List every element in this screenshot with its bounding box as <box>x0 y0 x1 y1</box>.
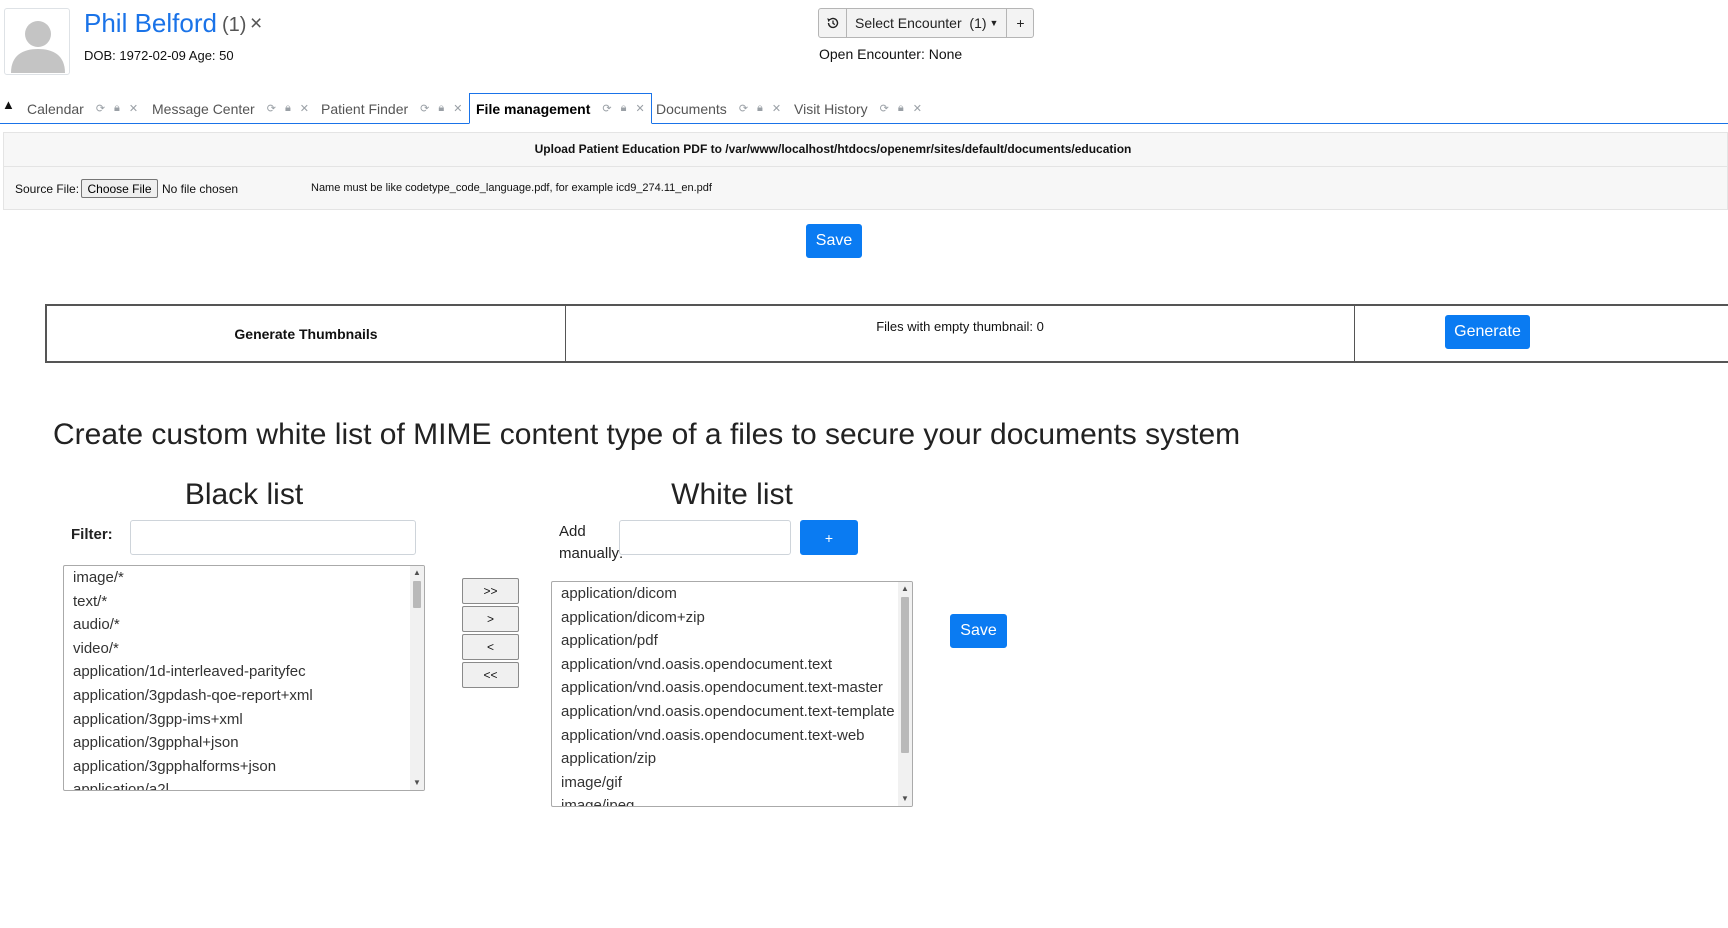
empty-thumbnail-count: Files with empty thumbnail: 0 <box>876 319 1044 334</box>
tab-visit-history[interactable]: Visit History ⟳ 🔒︎ ✕ <box>788 93 928 124</box>
lock-icon[interactable]: 🔒︎ <box>621 102 627 115</box>
list-item[interactable]: application/a2l <box>64 778 410 790</box>
list-item[interactable]: image/jpeg <box>552 794 898 806</box>
refresh-icon[interactable]: ⟳ <box>267 102 276 115</box>
close-tab-icon[interactable]: ✕ <box>913 102 922 115</box>
refresh-icon[interactable]: ⟳ <box>602 102 611 115</box>
thumbnails-title: Generate Thumbnails <box>234 326 378 342</box>
tab-label[interactable]: Visit History <box>794 101 868 117</box>
tab-calendar[interactable]: Calendar ⟳ 🔒︎ ✕ <box>21 93 144 124</box>
tab-label[interactable]: File management <box>476 101 590 117</box>
close-tab-icon[interactable]: ✕ <box>453 102 462 115</box>
scroll-up-icon[interactable]: ▲ <box>410 566 424 580</box>
white-list-title: White list <box>671 478 793 511</box>
scroll-thumb[interactable] <box>413 581 421 608</box>
move-left-button[interactable]: < <box>462 634 519 660</box>
divider <box>4 166 1728 167</box>
upload-save-button[interactable]: Save <box>806 224 862 258</box>
white-list-select[interactable]: application/dicom application/dicom+zip … <box>551 581 913 807</box>
lock-icon[interactable]: 🔒︎ <box>757 102 763 115</box>
tab-label[interactable]: Calendar <box>27 101 84 117</box>
list-item[interactable]: image/* <box>64 566 410 590</box>
lock-icon[interactable]: 🔒︎ <box>898 102 904 115</box>
list-item[interactable]: video/* <box>64 637 410 661</box>
refresh-icon[interactable]: ⟳ <box>739 102 748 115</box>
list-item[interactable]: application/vnd.oasis.opendocument.text-… <box>552 700 898 724</box>
refresh-icon[interactable]: ⟳ <box>880 102 889 115</box>
list-item[interactable]: application/dicom <box>552 582 898 606</box>
tab-message-center[interactable]: Message Center ⟳ 🔒︎ ✕ <box>146 93 315 124</box>
mime-list-save-button[interactable]: Save <box>950 614 1007 648</box>
close-tab-icon[interactable]: ✕ <box>635 102 644 115</box>
scroll-up-icon[interactable]: ▲ <box>898 582 912 596</box>
list-item[interactable]: application/3gpphal+json <box>64 731 410 755</box>
tab-patient-finder[interactable]: Patient Finder ⟳ 🔒︎ ✕ <box>315 93 468 124</box>
add-manually-label: Add manually: <box>559 523 624 562</box>
add-mime-input[interactable] <box>619 520 791 555</box>
patient-count: (1) <box>222 14 247 36</box>
tab-label[interactable]: Patient Finder <box>321 101 408 117</box>
tab-documents[interactable]: Documents ⟳ 🔒︎ ✕ <box>650 93 787 124</box>
patient-name[interactable]: Phil Belford <box>84 8 217 39</box>
list-item[interactable]: application/vnd.oasis.opendocument.text-… <box>552 724 898 748</box>
source-file-label: Source File: <box>15 182 80 196</box>
history-icon[interactable] <box>819 9 847 37</box>
select-encounter-count: (1) <box>969 15 987 31</box>
select-encounter-label: Select Encounter <box>855 15 962 31</box>
no-file-chosen-text: No file chosen <box>162 182 239 196</box>
generate-button[interactable]: Generate <box>1445 315 1530 349</box>
lock-icon[interactable]: 🔒︎ <box>438 102 444 115</box>
encounter-button-group: Select Encounter (1) ▼ + <box>818 8 1035 38</box>
scrollbar[interactable]: ▲ ▼ <box>410 566 424 790</box>
close-tab-icon[interactable]: ✕ <box>772 102 781 115</box>
close-tab-icon[interactable]: ✕ <box>300 102 309 115</box>
lock-icon[interactable]: 🔒︎ <box>114 102 120 115</box>
list-item[interactable]: application/pdf <box>552 629 898 653</box>
avatar-person-icon <box>11 21 65 73</box>
collapse-header-icon[interactable]: ▲ <box>2 97 15 112</box>
tab-file-management[interactable]: File management ⟳ 🔒︎ ✕ <box>469 93 652 124</box>
patient-dob-age: DOB: 1972-02-09 Age: 50 <box>84 48 234 63</box>
close-patient-icon[interactable]: × <box>250 12 262 36</box>
list-item[interactable]: text/* <box>64 590 410 614</box>
tab-label[interactable]: Message Center <box>152 101 255 117</box>
tab-label[interactable]: Documents <box>656 101 727 117</box>
filter-label: Filter: <box>71 526 113 543</box>
refresh-icon[interactable]: ⟳ <box>96 102 105 115</box>
list-item[interactable]: application/dicom+zip <box>552 606 898 630</box>
select-encounter-dropdown[interactable]: Select Encounter (1) ▼ <box>847 9 1008 37</box>
close-tab-icon[interactable]: ✕ <box>129 102 138 115</box>
list-item[interactable]: image/gif <box>552 771 898 795</box>
list-item[interactable]: application/3gpp-ims+xml <box>64 708 410 732</box>
refresh-icon[interactable]: ⟳ <box>420 102 429 115</box>
choose-file-button[interactable]: Choose File <box>81 179 158 198</box>
move-all-left-button[interactable]: << <box>462 662 519 688</box>
caret-down-icon: ▼ <box>989 18 999 28</box>
scroll-down-icon[interactable]: ▼ <box>410 776 424 790</box>
filename-hint: Name must be like codetype_code_language… <box>311 182 712 194</box>
add-encounter-button[interactable]: + <box>1007 9 1033 37</box>
list-item[interactable]: application/1d-interleaved-parityfec <box>64 660 410 684</box>
filter-input[interactable] <box>130 520 416 555</box>
scrollbar[interactable]: ▲ ▼ <box>898 582 912 806</box>
add-mime-button[interactable]: + <box>800 520 858 555</box>
lock-icon[interactable]: 🔒︎ <box>285 102 291 115</box>
black-list-select[interactable]: image/* text/* audio/* video/* applicati… <box>63 565 425 791</box>
list-item[interactable]: application/3gpdash-qoe-report+xml <box>64 684 410 708</box>
list-item[interactable]: application/3gpphalforms+json <box>64 755 410 779</box>
scroll-down-icon[interactable]: ▼ <box>898 792 912 806</box>
move-right-button[interactable]: > <box>462 606 519 632</box>
divider <box>1354 306 1355 361</box>
list-item[interactable]: audio/* <box>64 613 410 637</box>
list-item[interactable]: application/zip <box>552 747 898 771</box>
list-item[interactable]: application/vnd.oasis.opendocument.text-… <box>552 676 898 700</box>
black-list-title: Black list <box>184 478 304 511</box>
upload-panel-title: Upload Patient Education PDF to /var/www… <box>534 142 1132 156</box>
scroll-thumb[interactable] <box>901 597 909 753</box>
mime-section-heading: Create custom white list of MIME content… <box>53 418 1241 451</box>
patient-avatar <box>4 8 70 75</box>
list-item[interactable]: application/vnd.oasis.opendocument.text <box>552 653 898 677</box>
move-all-right-button[interactable]: >> <box>462 578 519 604</box>
open-encounter-status: Open Encounter: None <box>819 46 963 62</box>
